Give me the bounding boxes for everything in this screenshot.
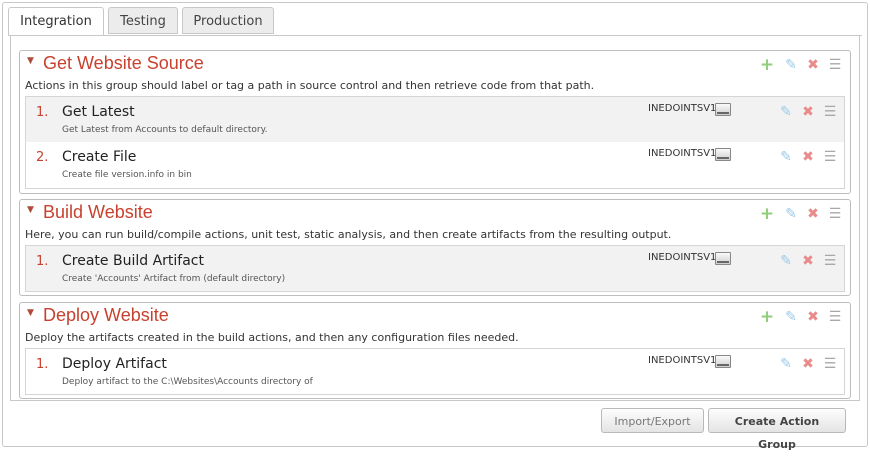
group-header: ▼ Build Website + ✎ ✖ ☰ bbox=[20, 200, 850, 224]
action-row[interactable]: 1. Create Build Artifact Create 'Account… bbox=[26, 246, 844, 291]
drag-handle-icon[interactable]: ☰ bbox=[827, 57, 843, 73]
action-row[interactable]: 2. Create File Create file version.info … bbox=[26, 142, 844, 187]
pencil-icon[interactable]: ✎ bbox=[783, 57, 799, 73]
server-name: INEDOINTSV1 bbox=[648, 103, 717, 114]
pencil-icon[interactable]: ✎ bbox=[778, 356, 794, 372]
group-toolbar: + ✎ ✖ ☰ bbox=[759, 57, 847, 74]
server-name: INEDOINTSV1 bbox=[648, 252, 717, 263]
action-title[interactable]: Create File bbox=[62, 149, 136, 165]
group-header: ▼ Get Website Source + ✎ ✖ ☰ bbox=[20, 51, 850, 75]
pencil-icon[interactable]: ✎ bbox=[783, 206, 799, 222]
action-number: 1. bbox=[36, 105, 49, 120]
drag-handle-icon[interactable]: ☰ bbox=[822, 149, 838, 165]
action-toolbar: ✎ ✖ ☰ bbox=[778, 356, 840, 372]
group-toolbar: + ✎ ✖ ☰ bbox=[759, 206, 847, 223]
group-toolbar: + ✎ ✖ ☰ bbox=[759, 309, 847, 326]
action-number: 1. bbox=[36, 254, 49, 269]
tab-panel: ▼ Get Website Source + ✎ ✖ ☰ Actions in … bbox=[10, 36, 860, 401]
action-list: 1. Get Latest Get Latest from Accounts t… bbox=[25, 96, 845, 189]
drive-icon bbox=[715, 103, 731, 116]
plus-icon[interactable]: + bbox=[759, 309, 775, 326]
action-toolbar: ✎ ✖ ☰ bbox=[778, 104, 840, 120]
action-description: Create file version.info in bin bbox=[62, 170, 192, 180]
action-number: 2. bbox=[36, 150, 49, 165]
action-group: ▼ Build Website + ✎ ✖ ☰ Here, you can ru… bbox=[19, 199, 851, 296]
x-icon[interactable]: ✖ bbox=[800, 253, 816, 269]
drag-handle-icon[interactable]: ☰ bbox=[822, 356, 838, 372]
group-header: ▼ Deploy Website + ✎ ✖ ☰ bbox=[20, 303, 850, 327]
action-list: 1. Deploy Artifact Deploy artifact to th… bbox=[25, 348, 845, 395]
chevron-down-icon[interactable]: ▼ bbox=[27, 308, 34, 318]
group-title: Deploy Website bbox=[43, 305, 169, 325]
x-icon[interactable]: ✖ bbox=[805, 57, 821, 73]
drag-handle-icon[interactable]: ☰ bbox=[827, 206, 843, 222]
group-description: Actions in this group should label or ta… bbox=[25, 79, 595, 92]
action-title[interactable]: Deploy Artifact bbox=[62, 356, 167, 372]
action-toolbar: ✎ ✖ ☰ bbox=[778, 253, 840, 269]
drive-icon bbox=[715, 355, 731, 368]
action-group: ▼ Get Website Source + ✎ ✖ ☰ Actions in … bbox=[19, 50, 851, 194]
action-title[interactable]: Get Latest bbox=[62, 104, 135, 120]
action-description: Create 'Accounts' Artifact from (default… bbox=[62, 274, 286, 284]
create-action-group-button[interactable]: Create Action Group bbox=[708, 408, 846, 451]
pencil-icon[interactable]: ✎ bbox=[783, 309, 799, 325]
plus-icon[interactable]: + bbox=[759, 206, 775, 223]
action-title[interactable]: Create Build Artifact bbox=[62, 253, 204, 269]
plus-icon[interactable]: + bbox=[759, 57, 775, 74]
action-row[interactable]: 1. Get Latest Get Latest from Accounts t… bbox=[26, 97, 844, 142]
chevron-down-icon[interactable]: ▼ bbox=[27, 56, 34, 66]
group-title: Get Website Source bbox=[43, 53, 204, 73]
pencil-icon[interactable]: ✎ bbox=[778, 149, 794, 165]
group-title: Build Website bbox=[43, 202, 153, 222]
group-description: Deploy the artifacts created in the buil… bbox=[25, 331, 519, 344]
chevron-down-icon[interactable]: ▼ bbox=[27, 205, 34, 215]
drag-handle-icon[interactable]: ☰ bbox=[827, 309, 843, 325]
x-icon[interactable]: ✖ bbox=[800, 149, 816, 165]
pencil-icon[interactable]: ✎ bbox=[778, 104, 794, 120]
group-description: Here, you can run build/compile actions,… bbox=[25, 228, 672, 241]
drag-handle-icon[interactable]: ☰ bbox=[822, 253, 838, 269]
action-row[interactable]: 1. Deploy Artifact Deploy artifact to th… bbox=[26, 349, 844, 394]
x-icon[interactable]: ✖ bbox=[800, 356, 816, 372]
x-icon[interactable]: ✖ bbox=[805, 309, 821, 325]
drag-handle-icon[interactable]: ☰ bbox=[822, 104, 838, 120]
action-list: 1. Create Build Artifact Create 'Account… bbox=[25, 245, 845, 292]
tab-testing[interactable]: Testing bbox=[108, 7, 178, 34]
action-number: 1. bbox=[36, 357, 49, 372]
import-export-button[interactable]: Import/Export bbox=[601, 408, 704, 433]
action-toolbar: ✎ ✖ ☰ bbox=[778, 149, 840, 165]
server-name: INEDOINTSV1 bbox=[648, 355, 717, 366]
tab-production[interactable]: Production bbox=[182, 7, 274, 34]
tab-integration[interactable]: Integration bbox=[8, 7, 104, 36]
x-icon[interactable]: ✖ bbox=[805, 206, 821, 222]
action-description: Get Latest from Accounts to default dire… bbox=[62, 125, 268, 135]
drive-icon bbox=[715, 148, 731, 161]
drive-icon bbox=[715, 252, 731, 265]
action-group: ▼ Deploy Website + ✎ ✖ ☰ Deploy the arti… bbox=[19, 302, 851, 399]
x-icon[interactable]: ✖ bbox=[800, 104, 816, 120]
pencil-icon[interactable]: ✎ bbox=[778, 253, 794, 269]
action-description: Deploy artifact to the C:\Websites\Accou… bbox=[62, 377, 313, 387]
server-name: INEDOINTSV1 bbox=[648, 148, 717, 159]
